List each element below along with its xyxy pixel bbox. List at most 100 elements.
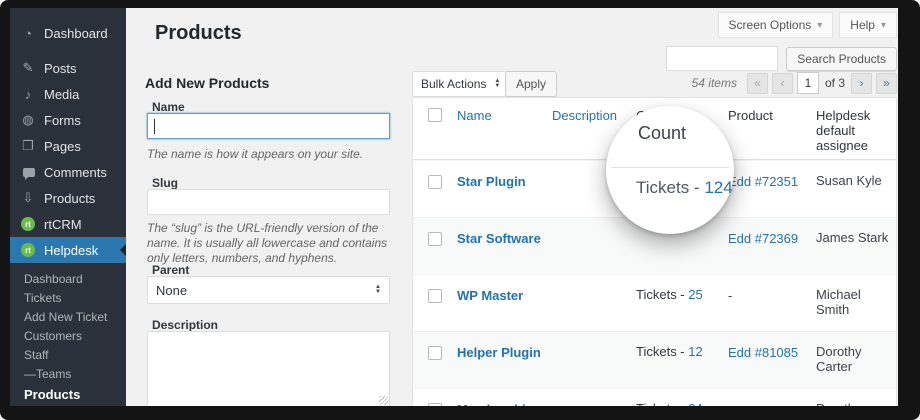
submenu-item-add-new-ticket[interactable]: Add New Ticket — [10, 308, 126, 327]
sidebar-item-forms[interactable]: ◍ Forms — [10, 107, 126, 133]
product-cell: Edd #72369 — [728, 230, 816, 248]
download-icon: ⇩ — [22, 190, 34, 205]
count-cell: Tickets - 12 — [636, 344, 703, 359]
column-header-assignee: Helpdesk default assignee — [816, 108, 871, 153]
rtcrm-badge-icon: rt — [20, 217, 36, 231]
sidebar-item-rtcrm[interactable]: rt rtCRM — [10, 211, 126, 237]
sidebar-item-dashboard[interactable]: ◔ Dashboard — [10, 20, 126, 46]
magnified-ticket-count: Tickets - 124 — [636, 178, 733, 197]
submenu-item-dashboard[interactable]: Dashboard — [10, 270, 126, 289]
name-label: Name — [152, 100, 185, 114]
product-cell: - — [728, 401, 816, 406]
chevron-down-icon: ▾ — [880, 19, 886, 31]
count-cell: Tickets - 34 — [636, 401, 728, 406]
sidebar-item-products[interactable]: ⇩ Products — [10, 185, 126, 211]
submenu-item-teams[interactable]: —Teams — [10, 365, 126, 384]
help-button[interactable]: Help ▾ — [839, 12, 897, 38]
product-cell: Edd #72351 — [728, 173, 816, 191]
sidebar-item-comments[interactable]: Comments — [10, 159, 126, 185]
screen-options-button[interactable]: Screen Options ▾ — [717, 12, 834, 38]
posts-icon: ✎ — [22, 60, 34, 75]
screenshot-stage: ◔ Dashboard ✎ Posts ♪ Media ◍ Forms ❐ Pa… — [0, 0, 920, 420]
search-products-button[interactable]: Search Products — [786, 46, 897, 71]
active-item-arrow — [114, 244, 126, 256]
row-checkbox[interactable] — [428, 346, 442, 360]
name-field[interactable] — [147, 113, 390, 139]
select-all-checkbox[interactable] — [428, 108, 442, 122]
table-row: Helper Plugin Tickets - 12 Edd #81085 Do… — [413, 331, 896, 388]
search-row: Search Products — [666, 46, 897, 71]
select-arrows-icon: ▲ ▼ — [494, 78, 501, 89]
current-page-input[interactable]: 1 — [796, 72, 819, 94]
table-row: WP Master Tickets - 25 - Michael Smith — [413, 274, 896, 331]
screen-meta-tabs: Screen Options ▾ Help ▾ — [717, 12, 897, 38]
description-textarea[interactable] — [147, 331, 390, 406]
total-pages-text: of 3 — [824, 76, 845, 90]
assignee-cell: James Stark — [816, 230, 889, 245]
last-page-button[interactable]: » — [876, 72, 897, 94]
sidebar-item-label: Helpdesk — [44, 242, 99, 258]
edd-product-link[interactable]: Edd #72351 — [728, 174, 798, 189]
sidebar-item-helpdesk[interactable]: rt Helpdesk — [10, 237, 126, 263]
sidebar-item-label: Dashboard — [44, 25, 108, 41]
column-header-name[interactable]: Name — [457, 106, 552, 123]
prev-page-button[interactable]: ‹ — [771, 72, 793, 94]
assignee-cell: Dorothy Carter — [816, 344, 862, 374]
divider — [611, 167, 729, 168]
sidebar-item-label: Forms — [44, 112, 81, 128]
sidebar-item-pages[interactable]: ❐ Pages — [10, 133, 126, 159]
product-name-link[interactable]: Star Plugin — [457, 173, 552, 190]
first-page-button[interactable]: « — [746, 72, 768, 94]
row-checkbox[interactable] — [428, 175, 442, 189]
sidebar-item-posts[interactable]: ✎ Posts — [10, 55, 126, 81]
product-name-link[interactable]: Star Software — [457, 230, 552, 247]
text-caret — [154, 119, 155, 134]
submenu-item-customers[interactable]: Customers — [10, 327, 126, 346]
admin-screen: ◔ Dashboard ✎ Posts ♪ Media ◍ Forms ❐ Pa… — [10, 8, 898, 406]
slug-help-text: The “slug” is the URL-friendly version o… — [147, 221, 388, 265]
sidebar-item-label: Posts — [44, 60, 77, 76]
product-name-link[interactable]: Membership Add-on — [457, 401, 552, 406]
forms-icon: ◍ — [22, 112, 34, 127]
tickets-count-link[interactable]: 25 — [688, 287, 702, 302]
magnifier-lens: Count Tickets - 124 — [606, 106, 734, 234]
resize-handle[interactable] — [379, 396, 388, 405]
submenu-item-staff[interactable]: Staff — [10, 346, 126, 365]
apply-button[interactable]: Apply — [505, 71, 558, 97]
tickets-count-link[interactable]: 12 — [688, 344, 702, 359]
column-header-description[interactable]: Description — [552, 106, 636, 123]
chevron-down-icon: ▾ — [817, 19, 823, 31]
items-count: 54 items — [691, 76, 737, 90]
edd-product-link[interactable]: Edd #72369 — [728, 231, 798, 246]
next-page-button[interactable]: › — [851, 72, 872, 94]
submenu-item-products[interactable]: Products — [10, 384, 126, 406]
add-new-products-heading-wrap: Add New Products — [145, 75, 395, 91]
name-help-text: The name is how it appears on your site. — [147, 147, 364, 161]
sidebar-item-media[interactable]: ♪ Media — [10, 81, 126, 107]
count-cell: Tickets - 25 — [636, 287, 703, 302]
tickets-count-link[interactable]: 34 — [688, 401, 702, 406]
media-icon: ♪ — [24, 86, 32, 102]
page-title: Products — [155, 22, 242, 44]
product-cell: - — [728, 288, 733, 303]
row-checkbox[interactable] — [428, 403, 442, 406]
bulk-actions-select[interactable]: Bulk Actions ▲ ▼ — [412, 71, 510, 97]
description-label: Description — [152, 318, 219, 332]
sidebar-item-label: Media — [44, 86, 80, 102]
table-row: Membership Add-on Tickets - 34 - Dorothy… — [413, 388, 896, 406]
comments-icon — [20, 165, 36, 180]
product-name-link[interactable]: Helper Plugin — [457, 344, 552, 361]
submenu-item-tickets[interactable]: Tickets — [10, 289, 126, 308]
helpdesk-submenu: Dashboard Tickets Add New Ticket Custome… — [10, 270, 126, 406]
product-cell: Edd #81085 — [728, 344, 816, 362]
admin-sidebar: ◔ Dashboard ✎ Posts ♪ Media ◍ Forms ❐ Pa… — [10, 8, 126, 406]
row-checkbox[interactable] — [428, 289, 442, 303]
parent-select[interactable]: None ▲ ▼ — [147, 276, 390, 304]
sidebar-item-label: rtCRM — [44, 216, 82, 232]
slug-field[interactable] — [147, 189, 390, 215]
search-input[interactable] — [666, 46, 779, 71]
product-name-link[interactable]: WP Master — [457, 287, 552, 304]
assignee-cell: Susan Kyle — [816, 173, 882, 188]
edd-product-link[interactable]: Edd #81085 — [728, 345, 798, 360]
row-checkbox[interactable] — [428, 232, 442, 246]
